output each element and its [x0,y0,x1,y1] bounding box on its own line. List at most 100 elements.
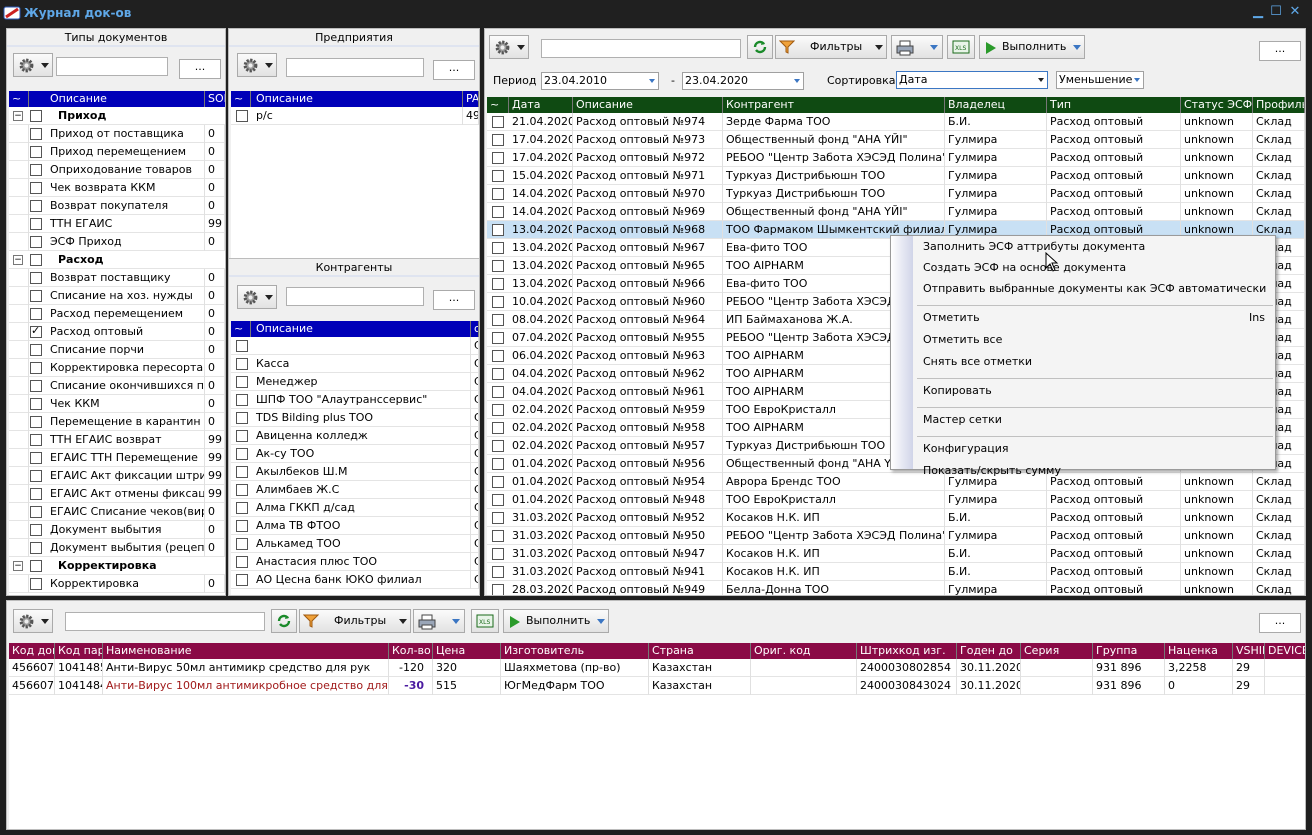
filters-button[interactable]: Фильтры [775,35,887,59]
table-row[interactable]: Алькамед ТООC [231,535,479,553]
row-checkbox[interactable] [236,394,248,406]
table-row[interactable]: ЕГАИС Акт отмены фиксации 99 [9,485,225,503]
column-header[interactable]: Описание [253,321,471,337]
close-icon[interactable]: ✕ [1287,4,1303,20]
minimize-icon[interactable]: ▁ [1250,4,1266,20]
table-row[interactable]: ЕГАИС ТТН Перемещение 99 [9,449,225,467]
row-checkbox[interactable] [236,556,248,568]
row-checkbox[interactable] [492,584,504,595]
enterprises-more-button[interactable]: ... [433,60,475,80]
row-checkbox[interactable] [236,466,248,478]
column-header[interactable]: Описание [253,91,463,107]
sort-order-select[interactable]: Уменьшение [1056,71,1144,89]
table-row[interactable]: Перемещение в карантин 0 [9,413,225,431]
enterprises-settings-button[interactable] [237,53,277,77]
menu-item[interactable]: Снять все отметки [923,353,1032,371]
row-checkbox[interactable] [236,358,248,370]
table-row[interactable]: КассаC [231,355,479,373]
menu-item[interactable]: Конфигурация [923,440,1009,458]
menu-item[interactable]: Отправить выбранные документы как ЭСФ ав… [923,280,1266,298]
details-settings-button[interactable] [13,609,53,633]
menu-item[interactable]: Копировать [923,382,992,400]
row-checkbox[interactable] [236,448,248,460]
column-header[interactable]: Изготовитель [501,643,649,659]
table-row[interactable]: ЕГАИС Акт фиксации штрихко99 [9,467,225,485]
column-header[interactable]: Статус ЭСФ [1181,97,1253,113]
column-header[interactable]: ~ [487,97,509,113]
row-checkbox[interactable] [30,542,42,554]
row-checkbox[interactable] [30,200,42,212]
journal-settings-button[interactable] [489,35,529,59]
maximize-icon[interactable]: ☐ [1268,4,1284,20]
row-checkbox[interactable] [492,278,504,290]
contractors-search-input[interactable] [286,287,424,306]
table-row[interactable]: Расход оптовый0 [9,323,225,341]
contractors-more-button[interactable]: ... [433,290,475,310]
details-refresh-button[interactable] [271,609,297,633]
column-header[interactable]: DEVICE_NUM [1265,643,1305,659]
column-header[interactable]: ~ [9,91,29,107]
table-row[interactable]: 14.04.2020 Расход оптовый №970 Туркуаз Дис… [487,185,1305,203]
table-row[interactable]: Алма ГККП д/садC [231,499,479,517]
table-row[interactable]: Ак-су ТООC [231,445,479,463]
row-checkbox[interactable] [492,350,504,362]
row-checkbox[interactable] [30,380,42,392]
row-checkbox[interactable] [236,430,248,442]
column-header[interactable]: Ориг. код [751,643,857,659]
row-checkbox[interactable] [492,242,504,254]
table-row[interactable]: Приход перемещением 0 [9,143,225,161]
column-header[interactable]: Цена [433,643,501,659]
row-checkbox[interactable] [236,574,248,586]
row-checkbox[interactable] [30,218,42,230]
row-checkbox[interactable] [30,362,42,374]
row-checkbox[interactable] [30,110,42,122]
row-checkbox[interactable] [492,224,504,236]
doc-types-more-button[interactable]: ... [179,59,221,79]
column-header[interactable]: Группа [1093,643,1165,659]
row-checkbox[interactable] [236,110,248,122]
row-checkbox[interactable] [492,260,504,272]
row-checkbox[interactable] [492,422,504,434]
date-to-picker[interactable]: 23.04.2020 [682,72,804,90]
row-checkbox[interactable] [236,502,248,514]
table-row[interactable]: ТТН ЕГАИС 99 [9,215,225,233]
column-header[interactable]: SOF [205,91,225,107]
row-checkbox[interactable] [236,412,248,424]
menu-item[interactable]: Отметить [923,309,980,327]
table-row[interactable]: Документ выбытия (рецепт) 0 [9,539,225,557]
table-row[interactable]: ЭСФ Приход 0 [9,233,225,251]
contractors-settings-button[interactable] [237,285,277,309]
table-row[interactable]: Анастасия плюс ТООC [231,553,479,571]
menu-item[interactable]: Создать ЭСФ на основе документа [923,259,1126,277]
row-checkbox[interactable] [492,296,504,308]
row-checkbox[interactable] [492,206,504,218]
row-checkbox[interactable] [30,236,42,248]
table-row[interactable]: 31.03.2020 Расход оптовый №947 Косаков Н.К… [487,545,1305,563]
collapse-icon[interactable]: − [13,561,23,571]
column-header[interactable]: Владелец [945,97,1047,113]
table-row[interactable]: МенеджерC [231,373,479,391]
table-row[interactable]: Корректировка 0 [9,575,225,593]
table-row[interactable]: 28.03.2020 Расход оптовый №949 Белла-Донна… [487,581,1305,595]
row-checkbox[interactable] [30,308,42,320]
print-button[interactable] [891,35,943,59]
row-checkbox[interactable] [30,398,42,410]
table-row[interactable]: 21.04.2020 Расход оптовый №974 Зерде Фарма… [487,113,1305,131]
group-row[interactable]: − Корректировка [9,557,225,575]
column-header[interactable]: Тип [1047,97,1181,113]
row-checkbox[interactable] [30,488,42,500]
row-checkbox[interactable] [30,416,42,428]
column-header[interactable]: Описание [47,91,205,107]
column-header[interactable]: c [471,321,479,337]
collapse-icon[interactable]: − [13,255,23,265]
details-print-button[interactable] [413,609,465,633]
row-checkbox[interactable] [492,170,504,182]
row-checkbox[interactable] [30,560,42,572]
row-checkbox[interactable] [492,476,504,488]
table-row[interactable]: ТТН ЕГАИС возврат 99 [9,431,225,449]
table-row[interactable]: Приход от поставщика 0 [9,125,225,143]
column-header[interactable]: ~ [231,91,251,107]
column-header[interactable]: Наименование [103,643,389,659]
row-checkbox[interactable] [492,548,504,560]
row-checkbox[interactable] [236,538,248,550]
